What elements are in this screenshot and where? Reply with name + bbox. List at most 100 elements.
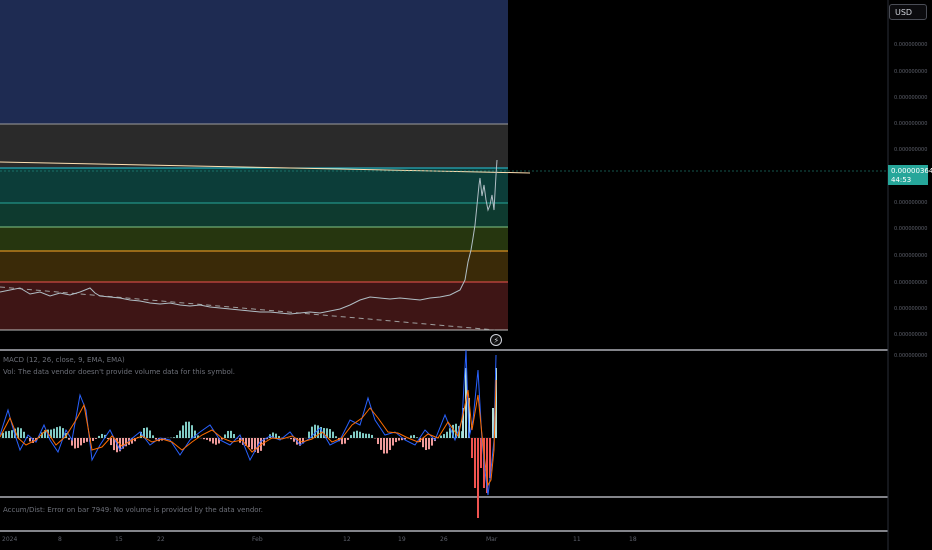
- macd-hist-bar: [53, 428, 55, 438]
- macd-hist-bar: [446, 431, 448, 438]
- macd-hist-bar: [203, 438, 205, 440]
- price-tick-label: 0.000000000: [894, 42, 928, 48]
- macd-hist-bar: [362, 433, 364, 438]
- macd-hist-bar: [110, 438, 112, 446]
- price-tick-label: 0.000000000: [894, 253, 928, 259]
- macd-histogram: [2, 368, 497, 518]
- macd-hist-bar: [422, 438, 424, 448]
- price-tick-label: 0.000000000: [894, 69, 928, 75]
- macd-hist-bar: [209, 438, 211, 442]
- price-tick-label: 0.000000000: [894, 226, 928, 232]
- macd-hist-bar: [356, 430, 358, 438]
- time-tick-label: Feb: [252, 536, 263, 543]
- macd-hist-bar: [146, 427, 148, 438]
- macd-hist-bar: [83, 438, 85, 443]
- fib-zone-grey: [0, 124, 508, 168]
- macd-hist-bar: [353, 431, 355, 438]
- macd-hist-bar: [188, 421, 190, 438]
- macd-hist-bar: [68, 438, 70, 440]
- macd-hist-bar: [212, 438, 214, 444]
- macd-hist-bar: [413, 434, 415, 438]
- volume-note: Vol: The data vendor doesn't provide vol…: [3, 368, 236, 376]
- macd-hist-bar: [389, 438, 391, 451]
- macd-hist-bar: [215, 438, 217, 445]
- price-tick-label: 0.000000000: [894, 200, 928, 206]
- macd-hist-bar: [92, 438, 94, 441]
- fib-zone-red: [0, 282, 508, 330]
- fib-zone-top: [0, 0, 508, 124]
- macd-hist-bar: [443, 434, 445, 438]
- macd-hist-bar: [149, 430, 151, 438]
- macd-hist-bar: [395, 438, 397, 443]
- macd-hist-bar: [332, 431, 334, 438]
- price-tick-label: 0.000000000: [894, 121, 928, 127]
- macd-hist-bar: [329, 429, 331, 438]
- macd-hist-bar: [230, 430, 232, 438]
- macd-hist-bar: [95, 438, 97, 439]
- accum-dist-error: Accum/Dist: Error on bar 7949: No volume…: [3, 506, 264, 514]
- macd-hist-bar: [308, 431, 310, 438]
- macd-hist-bar: [182, 425, 184, 438]
- macd-hist-bar: [380, 438, 382, 450]
- price-tick-label: 0.000000000: [894, 280, 928, 286]
- macd-hist-bar: [101, 433, 103, 438]
- time-tick-label: 26: [440, 536, 448, 543]
- macd-hist-bar: [206, 438, 208, 440]
- time-tick-label: 8: [58, 536, 62, 543]
- macd-hist-bar: [344, 438, 346, 444]
- macd-hist-bar: [77, 438, 79, 448]
- macd-hist-bar: [398, 438, 400, 441]
- macd-hist-bar: [251, 438, 253, 450]
- macd-hist-bar: [233, 434, 235, 438]
- price-chart[interactable]: ⚡: [0, 0, 932, 550]
- time-tick-label: 15: [115, 536, 123, 543]
- macd-hist-bar: [20, 428, 22, 438]
- bar-countdown: 44:53: [891, 176, 912, 184]
- macd-hist-bar: [152, 435, 154, 438]
- time-tick-label: 2024: [2, 536, 18, 543]
- macd-hist-bar: [173, 437, 175, 438]
- macd-hist-bar: [224, 434, 226, 438]
- price-tick-label: 0.000000000: [894, 306, 928, 312]
- price-tick-label: 0.000000000: [894, 95, 928, 101]
- macd-hist-bar: [365, 433, 367, 438]
- price-tick-label: 0.000000000: [894, 332, 928, 338]
- macd-hist-bar: [431, 438, 433, 446]
- macd-hist-bar: [410, 435, 412, 438]
- macd-hist-bar: [359, 431, 361, 438]
- time-tick-label: 11: [573, 536, 581, 543]
- macd-hist-bar: [29, 438, 31, 442]
- fib-zone-orange: [0, 251, 508, 282]
- macd-hist-bar: [377, 438, 379, 445]
- fib-zone-teal: [0, 168, 508, 203]
- macd-hist-bar: [368, 433, 370, 438]
- macd-hist-bar: [317, 425, 319, 438]
- macd-hist-bar: [371, 434, 373, 438]
- currency-button[interactable]: USD: [889, 4, 927, 20]
- time-tick-label: 18: [629, 536, 637, 543]
- macd-hist-bar: [80, 438, 82, 446]
- macd-hist-bar: [383, 438, 385, 454]
- time-tick-label: Mar: [486, 536, 498, 543]
- svg-text:⚡: ⚡: [494, 336, 500, 345]
- macd-legend[interactable]: MACD (12, 26, close, 9, EMA, EMA): [3, 356, 125, 364]
- macd-hist-bar: [176, 435, 178, 438]
- macd-hist-bar: [179, 430, 181, 438]
- macd-hist-bar: [86, 438, 88, 442]
- macd-hist-bar: [8, 430, 10, 438]
- macd-hist-bar: [191, 425, 193, 438]
- macd-hist-bar: [480, 438, 482, 468]
- price-tick-label: 0.000000000: [894, 353, 928, 359]
- macd-hist-bar: [185, 421, 187, 438]
- macd-hist-bar: [290, 438, 292, 440]
- time-tick-label: 22: [157, 536, 165, 543]
- macd-hist-bar: [416, 437, 418, 438]
- macd-hist-bar: [341, 438, 343, 445]
- macd-hist-bar: [440, 435, 442, 438]
- macd-hist-bar: [392, 438, 394, 446]
- time-tick-label: 19: [398, 536, 406, 543]
- macd-hist-bar: [155, 438, 157, 440]
- time-tick-label: 12: [343, 536, 351, 543]
- fib-zone-olive: [0, 227, 508, 251]
- macd-hist-bar: [275, 433, 277, 438]
